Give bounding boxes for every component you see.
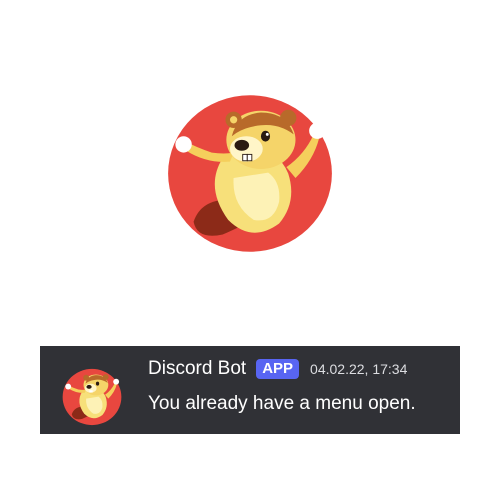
bot-avatar-small[interactable] [59,366,125,428]
page: Discord Bot APP 04.02.22, 17:34 You alre… [0,0,500,500]
message-text: You already have a menu open. [148,393,416,414]
message-header: Discord Bot APP 04.02.22, 17:34 [148,356,407,382]
username[interactable]: Discord Bot [148,358,246,380]
app-badge: APP [256,359,300,379]
bot-avatar-large [159,87,341,260]
message-card: Discord Bot APP 04.02.22, 17:34 You alre… [40,346,460,434]
beaver-mascot-icon [62,368,122,426]
timestamp: 04.02.22, 17:34 [310,361,408,377]
beaver-mascot-icon [168,95,332,252]
